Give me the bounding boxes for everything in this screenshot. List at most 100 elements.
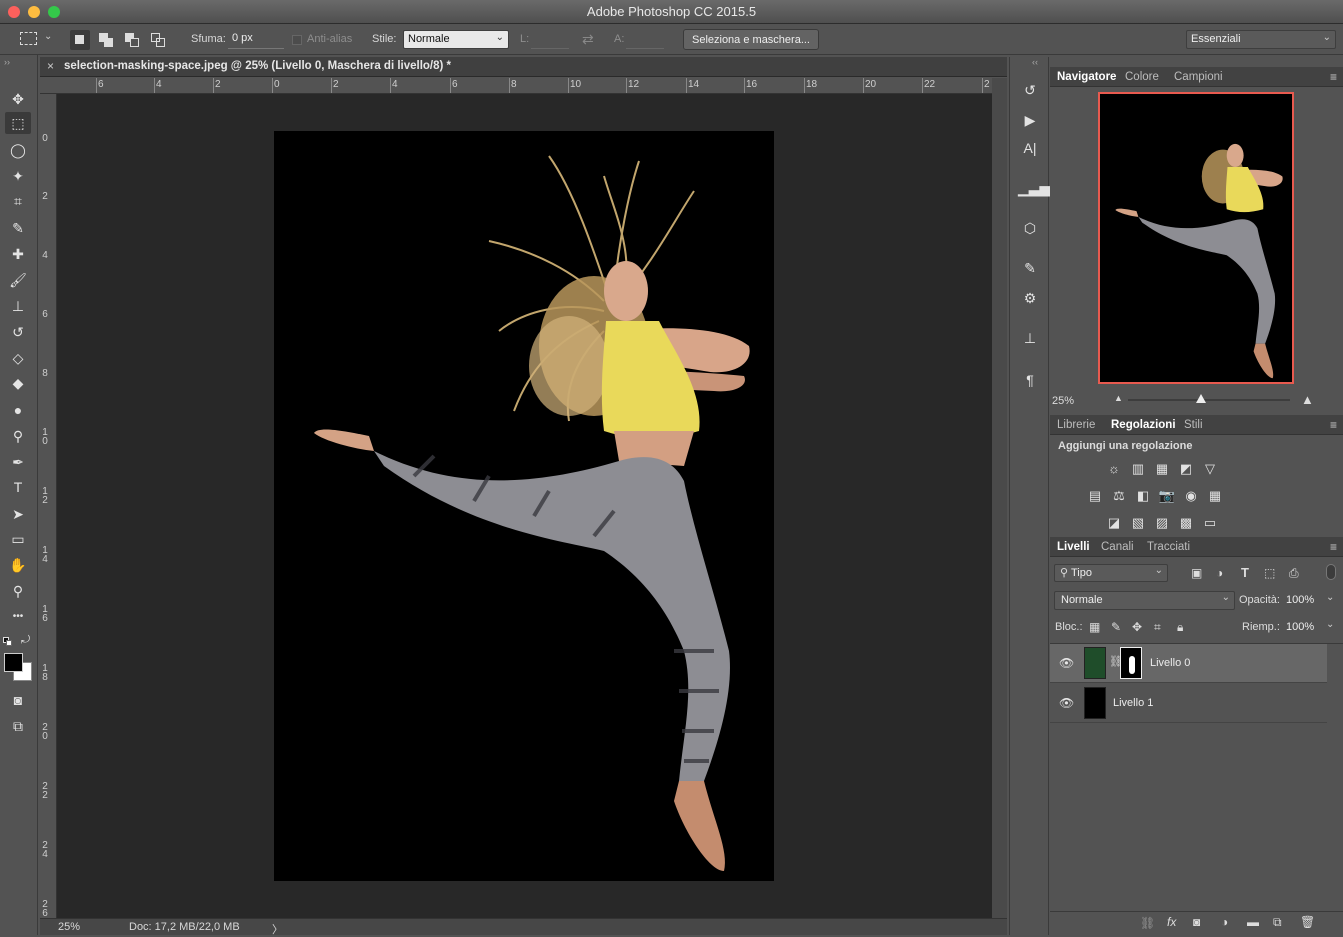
screen-mode-icon[interactable]: ⧉ — [5, 715, 31, 737]
lock-all-icon[interactable]: 🔒︎ — [1177, 620, 1183, 635]
rectangle-tool[interactable]: ▭ — [5, 528, 31, 550]
magic-wand-tool[interactable]: ✦ — [5, 165, 31, 187]
subtract-from-selection-button[interactable] — [122, 30, 142, 50]
new-layer-icon[interactable]: ⧉ — [1273, 915, 1282, 930]
adjustment-row1-3-icon[interactable]: ◩ — [1177, 461, 1195, 477]
adjustment-row1-0-icon[interactable]: ☼ — [1105, 461, 1123, 477]
lock-artboard-icon[interactable]: ⌗ — [1154, 620, 1161, 635]
layer-filter-select[interactable]: ⚲ Tipo ⌄ — [1054, 564, 1168, 582]
brush-presets-icon[interactable]: ✎ — [1018, 257, 1042, 279]
add-to-selection-button[interactable] — [96, 30, 116, 50]
collapse-panel-icon[interactable]: ‹‹ — [1032, 57, 1038, 67]
chevron-down-icon[interactable]: ⌄ — [1326, 619, 1334, 630]
layer-row[interactable]: 👁︎ ⛓︎ Livello 0 — [1050, 644, 1327, 683]
healing-brush-tool[interactable]: ✚ — [5, 243, 31, 265]
3d-icon[interactable]: ⬡ — [1018, 217, 1042, 239]
swap-dimensions-icon[interactable]: ⇄ — [582, 31, 594, 48]
adjustment-row3-0-icon[interactable]: ◪ — [1105, 515, 1123, 531]
tab-color[interactable]: Colore — [1125, 71, 1159, 83]
histogram-icon[interactable]: ▁▃▅ — [1018, 177, 1050, 199]
link-layers-icon[interactable]: ⛓︎ — [1140, 916, 1155, 930]
adjustment-row2-1-icon[interactable]: ⚖ — [1110, 488, 1128, 504]
close-document-icon[interactable]: × — [47, 59, 54, 73]
clone-source-icon[interactable]: ⊥ — [1018, 327, 1042, 349]
filter-pixel-icon[interactable]: ▣ — [1191, 566, 1202, 580]
vertical-scrollbar[interactable] — [992, 78, 1007, 918]
zoom-in-icon[interactable]: ▲ — [1301, 392, 1314, 407]
tab-swatches[interactable]: Campioni — [1174, 71, 1223, 83]
workspace-select[interactable]: Essenziali ⌄ — [1186, 30, 1336, 49]
trash-icon[interactable]: 🗑︎ — [1300, 915, 1315, 929]
adjustment-row3-3-icon[interactable]: ▩ — [1177, 515, 1195, 531]
new-selection-button[interactable] — [70, 30, 90, 50]
layer-name[interactable]: Livello 1 — [1113, 697, 1153, 709]
move-tool[interactable]: ✥ — [5, 88, 31, 110]
height-input[interactable] — [626, 30, 664, 49]
adjustment-row2-3-icon[interactable]: 📷 — [1158, 488, 1176, 504]
adjustment-row3-1-icon[interactable]: ▧ — [1129, 515, 1147, 531]
filter-toggle-icon[interactable] — [1326, 564, 1336, 580]
tab-libraries[interactable]: Librerie — [1057, 419, 1095, 431]
type-tool[interactable]: T — [5, 476, 31, 498]
navigator-slider-thumb[interactable] — [1195, 394, 1206, 403]
marquee-preset-picker[interactable]: ⌄ — [18, 31, 54, 49]
tab-layers[interactable]: Livelli — [1057, 541, 1090, 553]
adjustment-row3-2-icon[interactable]: ▨ — [1153, 515, 1171, 531]
more-tools[interactable]: ••• — [5, 606, 31, 628]
paragraph-icon[interactable]: ¶ — [1018, 369, 1042, 391]
blend-mode-select[interactable]: Normale ⌄ — [1054, 591, 1235, 610]
history-brush-tool[interactable]: ↺ — [5, 321, 31, 343]
filter-smart-object-icon[interactable]: ⎙ — [1289, 566, 1299, 581]
adjustment-row1-1-icon[interactable]: ▥ — [1129, 461, 1147, 477]
navigator-preview[interactable] — [1098, 92, 1294, 384]
foreground-color-swatch[interactable] — [4, 653, 23, 672]
document-tab[interactable]: × selection-masking-space.jpeg @ 25% (Li… — [40, 57, 1007, 77]
adjustment-row2-4-icon[interactable]: ◉ — [1182, 488, 1200, 504]
adjustment-row1-2-icon[interactable]: ▦ — [1153, 461, 1171, 477]
fx-icon[interactable]: fx — [1167, 915, 1176, 929]
panel-menu-icon[interactable]: ≡ — [1330, 540, 1337, 554]
clone-stamp-tool[interactable]: ⊥ — [5, 295, 31, 317]
eye-icon[interactable]: 👁︎ — [1059, 696, 1074, 710]
brush-tool[interactable]: 🖌 — [5, 269, 31, 291]
crop-tool[interactable]: ⌗ — [5, 190, 31, 212]
character-icon[interactable]: A| — [1018, 137, 1042, 159]
eraser-tool[interactable]: ◇ — [5, 347, 31, 369]
paint-bucket-tool[interactable]: ◆ — [5, 372, 31, 394]
dodge-tool[interactable]: ⚲ — [5, 425, 31, 447]
antialias-checkbox[interactable] — [292, 35, 302, 45]
new-adjustment-icon[interactable]: ◑ — [1221, 915, 1228, 929]
layer-row[interactable]: 👁︎ Livello 1 — [1050, 684, 1327, 723]
tab-styles[interactable]: Stili — [1184, 419, 1203, 431]
chevron-down-icon[interactable]: ⌄ — [1326, 592, 1334, 603]
hand-tool[interactable]: ✋ — [5, 554, 31, 576]
adjustment-row2-5-icon[interactable]: ▦ — [1206, 488, 1224, 504]
lock-image-icon[interactable]: ✎ — [1111, 620, 1121, 634]
eyedropper-tool[interactable]: ✎ — [5, 217, 31, 239]
select-and-mask-button[interactable]: Seleziona e maschera... — [683, 29, 819, 50]
navigator-zoom-slider[interactable] — [1128, 394, 1290, 403]
zoom-out-icon[interactable]: ▲ — [1114, 393, 1123, 403]
panel-menu-icon[interactable]: ≡ — [1330, 418, 1337, 432]
path-selection-tool[interactable]: ➤ — [5, 503, 31, 525]
adjustment-row3-4-icon[interactable]: ▭ — [1201, 515, 1219, 531]
document-size-info[interactable]: Doc: 17,2 MB/22,0 MB — [129, 921, 240, 933]
add-mask-icon[interactable]: ◙ — [1193, 915, 1200, 929]
style-select[interactable]: Normale ⌄ — [403, 30, 509, 49]
default-colors-icon[interactable] — [3, 637, 13, 647]
layer-mask-thumbnail[interactable] — [1120, 647, 1142, 679]
tab-adjustments[interactable]: Regolazioni — [1111, 419, 1176, 431]
quick-mask-icon[interactable]: ◙ — [5, 689, 31, 711]
tab-channels[interactable]: Canali — [1101, 541, 1134, 553]
panel-menu-icon[interactable]: ≡ — [1330, 70, 1337, 84]
new-group-icon[interactable]: ▬ — [1247, 915, 1259, 929]
collapse-panel-icon[interactable]: ›› — [4, 57, 10, 67]
blur-tool[interactable]: ● — [5, 399, 31, 421]
adjustment-row2-0-icon[interactable]: ▤ — [1086, 488, 1104, 504]
filter-adjustment-icon[interactable]: ◑ — [1216, 566, 1223, 580]
eye-icon[interactable]: 👁︎ — [1059, 656, 1074, 670]
lock-position-icon[interactable]: ✥ — [1132, 620, 1142, 634]
pen-tool[interactable]: ✒ — [5, 451, 31, 473]
marquee-tool[interactable]: ⬚ — [5, 112, 31, 134]
layer-name[interactable]: Livello 0 — [1150, 657, 1190, 669]
